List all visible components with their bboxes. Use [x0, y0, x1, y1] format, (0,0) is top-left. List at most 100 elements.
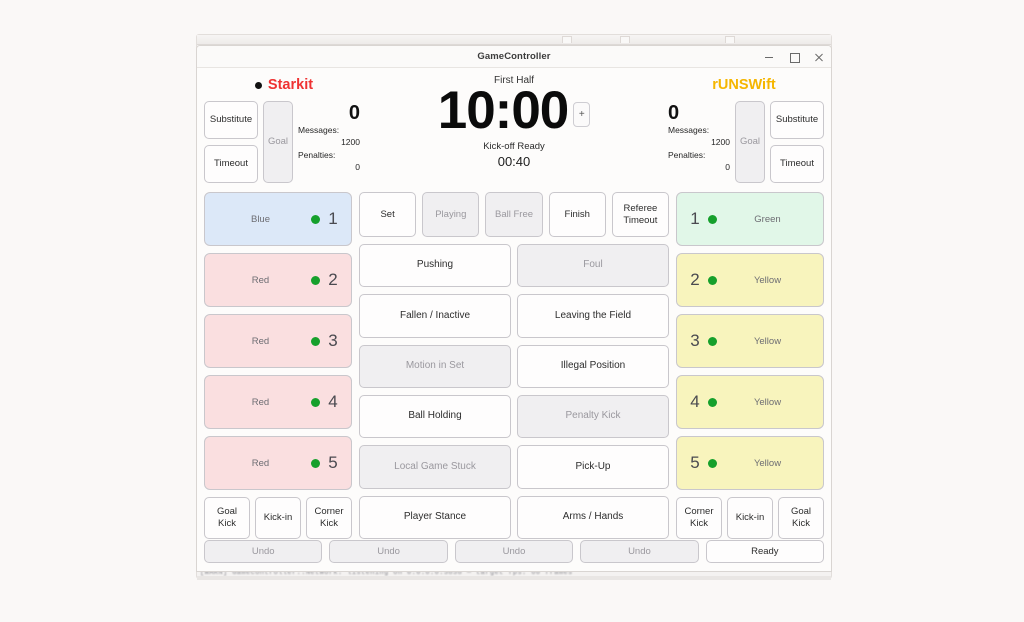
clock-panel: First Half 10:00 + Kick-off Ready 00:40 [364, 74, 664, 169]
penalty-row: Motion in Set Illegal Position [359, 344, 669, 388]
right-player-color-label: Yellow [753, 396, 782, 408]
left-player-card[interactable]: Red 5 [204, 436, 352, 490]
app-body: Starkit Substitute Timeout Goal 0 Messag… [197, 68, 831, 571]
penalty-grid: Pushing Foul Fallen / Inactive Leaving the … [359, 244, 669, 539]
penalty-button[interactable]: Ball Holding [359, 394, 511, 439]
state-button[interactable]: Ball Free [485, 192, 543, 237]
right-setplay-button[interactable]: Kick-in [727, 497, 773, 539]
right-player-color-label: Yellow [753, 274, 782, 286]
left-goal-button[interactable]: Goal [263, 101, 293, 183]
left-penalties-label: Penalties: [298, 149, 336, 160]
penalty-button[interactable]: Player Stance [359, 495, 511, 539]
penalty-button[interactable]: Local Game Stuck [359, 445, 511, 489]
left-player-color-label: Red [251, 335, 270, 347]
left-messages-label: Messages: [298, 125, 340, 135]
penalty-button[interactable]: Motion in Set [359, 344, 511, 388]
right-substitute-button[interactable]: Substitute [770, 101, 824, 139]
right-team-action-stack: Substitute Timeout [770, 101, 824, 183]
left-setplay-button[interactable]: Kick-in [255, 497, 301, 539]
undo-button[interactable]: Undo [580, 540, 699, 563]
header: Starkit Substitute Timeout Goal 0 Messag… [204, 74, 824, 187]
close-icon[interactable] [813, 51, 825, 63]
player-status-dot-icon [708, 397, 717, 407]
penalty-button[interactable]: Pick-Up [517, 445, 669, 489]
main-area: Blue 1 Red 2 Red 3 Red 4 Red 5 Goal Kick Kick-in Corn… [204, 187, 824, 539]
secondary-clock: 00:40 [497, 154, 531, 170]
penalty-button[interactable]: Illegal Position [517, 344, 669, 388]
clock-row: 10:00 + [438, 83, 591, 138]
player-status-dot-icon [708, 458, 717, 468]
left-player-card[interactable]: Red 4 [204, 375, 352, 429]
left-substitute-button[interactable]: Substitute [204, 101, 258, 139]
left-player-card[interactable]: Blue 1 [204, 192, 352, 246]
right-setplay-button[interactable]: Corner Kick [676, 497, 722, 539]
left-player-card[interactable]: Red 2 [204, 253, 352, 307]
window-controls [763, 46, 825, 68]
right-messages-value: 1200 [711, 137, 730, 148]
right-penalties-value: 0 [725, 161, 730, 172]
ready-button[interactable]: Ready [705, 540, 825, 563]
right-player-number: 4 [690, 392, 700, 411]
right-player-color-label: Yellow [753, 457, 782, 469]
background-tabstrip [197, 35, 831, 45]
window-title: GameController [477, 51, 551, 62]
right-goal-button[interactable]: Goal [735, 101, 765, 183]
right-player-card[interactable]: Yellow 5 [676, 436, 824, 490]
penalty-row: Ball Holding Penalty Kick [359, 394, 669, 439]
state-button[interactable]: Referee Timeout [611, 192, 670, 237]
desktop-background: [WARN] GameController::Network: listenin… [0, 0, 1024, 622]
player-status-dot-icon [708, 336, 717, 346]
player-status-dot-icon [708, 275, 717, 285]
penalty-button[interactable]: Fallen / Inactive [359, 294, 511, 338]
window-titlebar[interactable]: GameController [197, 46, 831, 68]
right-setplay-button[interactable]: Goal Kick [778, 497, 824, 539]
left-player-card[interactable]: Red 3 [204, 314, 352, 368]
state-button[interactable]: Playing [422, 192, 480, 237]
penalty-button[interactable]: Leaving the Field [517, 294, 669, 338]
right-player-number: 2 [690, 270, 700, 289]
undo-row: Undo Undo Undo Undo Ready [204, 539, 825, 563]
right-timeout-button[interactable]: Timeout [770, 145, 824, 183]
maximize-icon[interactable] [788, 51, 800, 63]
minimize-icon[interactable] [763, 51, 775, 63]
left-timeout-button[interactable]: Timeout [204, 145, 258, 183]
undo-button[interactable]: Undo [454, 540, 574, 563]
left-score-box: 0 Messages: 1200 Penalties: 0 [298, 101, 360, 183]
left-team-name: Starkit [267, 77, 314, 93]
penalty-button[interactable]: Penalty Kick [517, 394, 669, 439]
right-player-color-label: Green [754, 213, 781, 225]
left-setplay-button[interactable]: Corner Kick [306, 497, 352, 539]
left-score: 0 [348, 102, 360, 124]
right-player-number: 3 [690, 331, 700, 350]
left-player-number: 4 [328, 392, 338, 411]
penalty-row: Player Stance Arms / Hands [359, 495, 669, 539]
right-player-card[interactable]: Yellow 2 [676, 253, 824, 307]
penalty-button[interactable]: Pushing [359, 244, 511, 288]
undo-button[interactable]: Undo [204, 540, 323, 563]
game-clock[interactable]: 10:00 [438, 83, 570, 138]
player-status-dot-icon [311, 275, 320, 285]
left-player-number: 2 [328, 270, 338, 289]
penalty-button[interactable]: Arms / Hands [517, 495, 669, 539]
left-setplay-row: Goal Kick Kick-in Corner Kick [204, 497, 352, 539]
left-team-action-stack: Substitute Timeout [204, 101, 258, 183]
right-player-number: 5 [690, 453, 700, 472]
left-setplay-button[interactable]: Goal Kick [204, 497, 250, 539]
right-score-box: 0 Messages: 1200 Penalties: 0 [668, 101, 730, 183]
penalty-row: Pushing Foul [359, 244, 669, 288]
right-player-card[interactable]: Green 1 [676, 192, 824, 246]
left-player-color-label: Red [251, 274, 270, 286]
left-team-panel: Starkit Substitute Timeout Goal 0 Messag… [204, 74, 364, 183]
right-team-name: rUNSWift [712, 77, 776, 93]
right-player-card[interactable]: Yellow 4 [676, 375, 824, 429]
penalty-button[interactable]: Foul [517, 244, 669, 288]
right-goal-label: Goal [739, 136, 761, 148]
right-score: 0 [668, 102, 680, 124]
undo-button[interactable]: Undo [329, 540, 448, 563]
background-terminal-bar [197, 576, 831, 580]
right-player-card[interactable]: Yellow 3 [676, 314, 824, 368]
left-team-controls: Substitute Timeout Goal 0 Messages: 1200… [204, 96, 364, 183]
state-button[interactable]: Finish [548, 192, 606, 237]
increment-time-button[interactable]: + [573, 101, 591, 127]
state-button[interactable]: Set [359, 192, 417, 237]
